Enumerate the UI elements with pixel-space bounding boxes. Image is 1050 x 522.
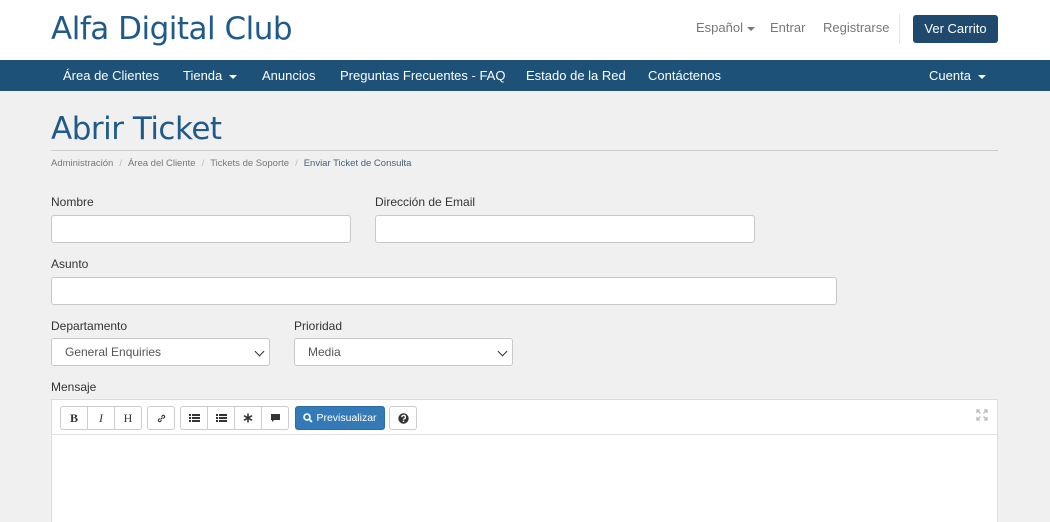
caret-down-icon [977,74,986,79]
search-icon [303,413,314,423]
link-group [147,406,175,430]
message-label: Mensaje [51,380,97,394]
priority-select[interactable]: Media [294,338,513,366]
breadcrumb: Administración / Área del Cliente / Tickets … [51,158,411,169]
nav-item-store-label: Tienda [183,68,223,83]
priority-value: Media [308,345,341,359]
unordered-list-button[interactable] [180,406,208,430]
breadcrumb-current: Enviar Ticket de Consulta [303,158,412,169]
main-content: Abrir Ticket Administración / Área del Cli… [0,91,1050,522]
nav-item-client-area[interactable]: Área de Clientes [63,60,159,91]
nav-item-account-label: Cuenta [929,68,971,83]
preview-button[interactable]: Previsualizar [295,406,385,430]
list-ol-icon [215,414,227,422]
subject-field[interactable] [51,277,837,305]
caret-down-icon [229,74,238,79]
department-select[interactable]: General Enquiries [51,338,270,366]
email-label: Dirección de Email [375,195,476,209]
site-logo[interactable]: Alfa Digital Club [51,11,293,47]
nav-item-contact[interactable]: Contáctenos [648,60,721,91]
message-editor[interactable]: B I H Previsualizar [51,399,998,522]
nav-item-announcements[interactable]: Anuncios [262,60,315,91]
asterisk-button[interactable] [234,406,262,430]
site-header: Alfa Digital Club Español Entrar Registr… [0,0,1050,60]
nav-item-network-status[interactable]: Estado de la Red [526,60,626,91]
title-divider [51,150,998,151]
preview-label: Previsualizar [316,412,377,424]
fullscreen-icon[interactable] [976,409,988,421]
register-link[interactable]: Registrarse [823,20,889,35]
bold-button[interactable]: B [60,406,88,430]
subject-label: Asunto [51,257,89,271]
language-label: Español [696,20,743,35]
breadcrumb-item[interactable]: Área del Cliente [128,158,196,169]
link-icon [157,414,165,422]
comment-icon [270,414,280,422]
italic-button[interactable]: I [87,406,115,430]
breadcrumb-item[interactable]: Tickets de Soporte [210,158,289,169]
view-cart-button[interactable]: Ver Carrito [913,15,998,43]
header-divider [899,14,900,44]
nav-item-store[interactable]: Tienda [183,60,238,91]
main-navbar: Área de Clientes Tienda Anuncios Pregunt… [0,60,1050,91]
question-circle-icon [397,412,409,424]
format-group: B I H [60,406,142,430]
link-button[interactable] [147,406,175,430]
nav-item-account[interactable]: Cuenta [929,60,986,91]
asterisk-icon [243,413,253,423]
help-group [389,406,417,430]
help-button[interactable] [389,406,417,430]
nav-item-faq[interactable]: Preguntas Frecuentes - FAQ [340,60,505,91]
name-field[interactable] [51,215,351,243]
caret-down-icon [746,26,755,31]
priority-label: Prioridad [294,319,343,333]
breadcrumb-separator: / [119,158,122,169]
department-label: Departamento [51,319,128,333]
login-link[interactable]: Entrar [770,20,805,35]
breadcrumb-separator: / [295,158,298,169]
ordered-list-button[interactable] [207,406,235,430]
language-selector[interactable]: Español [696,20,755,35]
name-label: Nombre [51,195,94,209]
chevron-down-icon [254,346,265,357]
email-field[interactable] [375,215,755,243]
list-ul-icon [188,414,200,422]
list-group [180,406,289,430]
message-textarea[interactable] [52,436,997,522]
editor-toolbar: B I H Previsualizar [52,400,997,435]
page-title: Abrir Ticket [51,111,222,147]
department-value: General Enquiries [65,345,162,359]
breadcrumb-item[interactable]: Administración [51,158,113,169]
breadcrumb-separator: / [201,158,205,169]
chevron-down-icon [497,346,508,357]
quote-button[interactable] [261,406,289,430]
heading-button[interactable]: H [114,406,142,430]
